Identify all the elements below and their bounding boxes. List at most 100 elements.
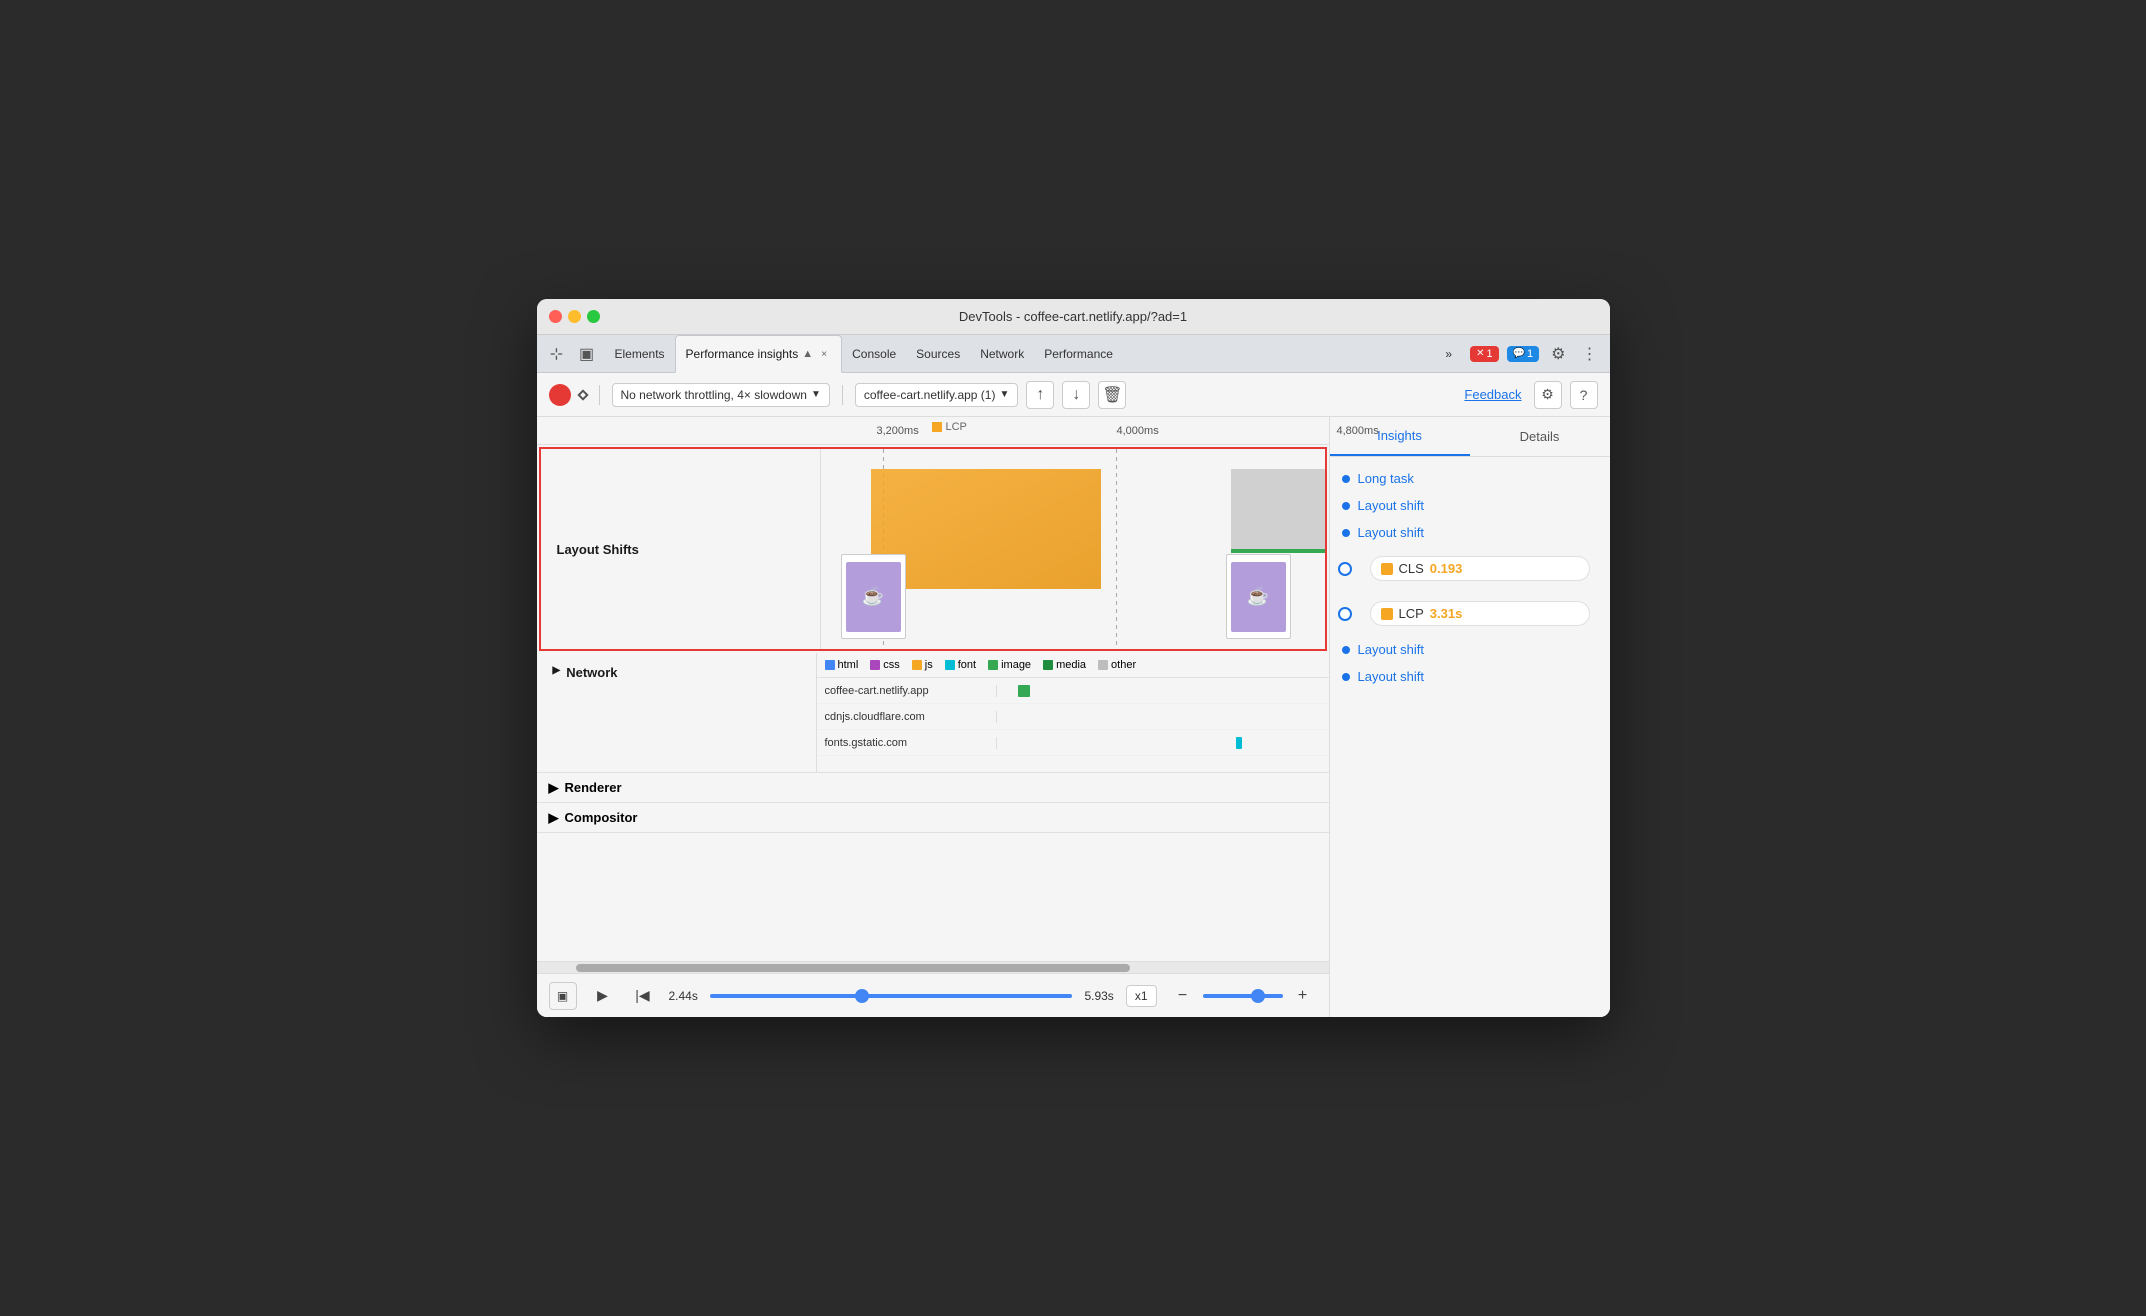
tab-details[interactable]: Details bbox=[1470, 417, 1610, 456]
dot-long-task bbox=[1342, 475, 1350, 483]
time-ruler: 3,200ms LCP 4,000ms 4,800ms bbox=[537, 417, 1329, 445]
link-layout-shift-1[interactable]: Layout shift bbox=[1358, 498, 1425, 513]
cls-label: CLS bbox=[1399, 561, 1424, 576]
zoom-out-icon[interactable]: − bbox=[1169, 982, 1197, 1010]
delete-button[interactable]: 🗑 bbox=[1098, 381, 1126, 409]
help-button[interactable]: ? bbox=[1570, 381, 1598, 409]
layout-shift-block-gray[interactable] bbox=[1231, 469, 1325, 549]
network-row-2-label: cdnjs.cloudflare.com bbox=[817, 711, 997, 723]
insights-panel: Insights Details Long task Layout shift bbox=[1330, 417, 1610, 1017]
throttle-dropdown-arrow: ▼ bbox=[811, 389, 821, 400]
close-button[interactable] bbox=[549, 310, 562, 323]
more-tabs-button[interactable]: » bbox=[1435, 335, 1462, 373]
network-row-3-label: fonts.gstatic.com bbox=[817, 737, 997, 749]
layout-shift-thumb-2[interactable]: ☕ bbox=[1226, 554, 1291, 639]
thumb-1-image: ☕ bbox=[846, 562, 901, 632]
css-color-dot bbox=[870, 660, 880, 670]
legend-image: image bbox=[988, 659, 1031, 671]
layout-shifts-content: ☕ ☕ bbox=[821, 449, 1325, 649]
separator-2 bbox=[842, 385, 843, 405]
horizontal-scrollbar[interactable] bbox=[537, 961, 1329, 973]
tracks-area: Layout Shifts ☕ bbox=[537, 445, 1329, 961]
more-options-icon[interactable]: ⋮ bbox=[1578, 340, 1602, 368]
legend-media: media bbox=[1043, 659, 1086, 671]
tab-sources[interactable]: Sources bbox=[906, 335, 970, 373]
layout-shift-thumb-1[interactable]: ☕ bbox=[841, 554, 906, 639]
tab-network[interactable]: Network bbox=[970, 335, 1034, 373]
play-button[interactable]: ▶ bbox=[589, 982, 617, 1010]
record-button[interactable] bbox=[549, 384, 571, 406]
tab-close-button[interactable]: × bbox=[817, 347, 831, 361]
lcp-value: 3.31s bbox=[1430, 606, 1463, 621]
font-color-dot bbox=[945, 660, 955, 670]
tab-performance-insights[interactable]: Performance insights ▲ × bbox=[675, 335, 843, 373]
feedback-link[interactable]: Feedback bbox=[1464, 387, 1521, 402]
lcp-node: LCP 3.31s bbox=[1330, 591, 1610, 636]
zoom-in-icon[interactable]: + bbox=[1289, 982, 1317, 1010]
network-row-3-bars bbox=[997, 730, 1329, 755]
compositor-expand-arrow[interactable]: ▶ bbox=[549, 810, 559, 826]
maximize-button[interactable] bbox=[587, 310, 600, 323]
url-dropdown[interactable]: coffee-cart.netlify.app (1) ▼ bbox=[855, 383, 1019, 407]
devtools-window: DevTools - coffee-cart.netlify.app/?ad=1… bbox=[537, 299, 1610, 1017]
device-icon[interactable]: ▣ bbox=[575, 342, 599, 366]
playback-speed[interactable]: x1 bbox=[1126, 985, 1157, 1007]
legend-html: html bbox=[825, 659, 859, 671]
insight-long-task: Long task bbox=[1330, 465, 1610, 492]
link-layout-shift-2[interactable]: Layout shift bbox=[1358, 525, 1425, 540]
zoom-slider-thumb[interactable] bbox=[1251, 989, 1265, 1003]
link-layout-shift-3[interactable]: Layout shift bbox=[1358, 642, 1425, 657]
renderer-expand-arrow[interactable]: ▶ bbox=[549, 780, 559, 796]
zoom-slider[interactable] bbox=[1203, 994, 1283, 998]
minimize-button[interactable] bbox=[568, 310, 581, 323]
cls-node: CLS 0.193 bbox=[1330, 546, 1610, 591]
titlebar: DevTools - coffee-cart.netlify.app/?ad=1 bbox=[537, 299, 1610, 335]
cursor-icon[interactable]: ⊹ bbox=[545, 342, 569, 366]
cls-node-circle bbox=[1338, 562, 1352, 576]
timeline-slider[interactable] bbox=[710, 994, 1073, 998]
tab-elements[interactable]: Elements bbox=[605, 335, 675, 373]
lcp-label: LCP bbox=[1399, 606, 1424, 621]
dot-layout-shift-2 bbox=[1342, 529, 1350, 537]
time-marker-3: 4,800ms bbox=[1337, 425, 1379, 437]
time-start: 2.44s bbox=[669, 989, 698, 1003]
tab-insights[interactable]: Insights bbox=[1330, 417, 1470, 456]
tabbar: ⊹ ▣ Elements Performance insights ▲ × Co… bbox=[537, 335, 1610, 373]
lcp-ruler-badge: LCP bbox=[932, 421, 967, 433]
renderer-row[interactable]: ▶ Renderer bbox=[537, 773, 1329, 803]
screenshot-button[interactable]: ▣ bbox=[549, 982, 577, 1010]
legend-css: css bbox=[870, 659, 900, 671]
insight-layout-shift-3: Layout shift bbox=[1330, 636, 1610, 663]
skip-to-start-button[interactable]: |◀ bbox=[629, 982, 657, 1010]
image-color-dot bbox=[988, 660, 998, 670]
time-marker-2: 4,000ms bbox=[1117, 425, 1159, 437]
tab-console[interactable]: Console bbox=[842, 335, 906, 373]
timeline-slider-thumb[interactable] bbox=[855, 989, 869, 1003]
network-row-2-bars bbox=[997, 704, 1329, 729]
network-expand-arrow[interactable]: ▶ bbox=[553, 665, 561, 676]
network-legend: html css js bbox=[817, 653, 1329, 678]
insight-layout-shift-4: Layout shift bbox=[1330, 663, 1610, 690]
layout-shifts-label: Layout Shifts bbox=[541, 449, 821, 649]
settings-icon[interactable]: ⚙ bbox=[1547, 340, 1569, 368]
cls-square-icon bbox=[1381, 563, 1393, 575]
link-long-task[interactable]: Long task bbox=[1358, 471, 1414, 486]
download-button[interactable]: ↓ bbox=[1062, 381, 1090, 409]
h-scroll-thumb[interactable] bbox=[576, 964, 1130, 972]
lcp-square-icon bbox=[932, 422, 942, 432]
dropdown-arrow[interactable] bbox=[577, 389, 588, 400]
insight-layout-shift-2: Layout shift bbox=[1330, 519, 1610, 546]
compositor-row[interactable]: ▶ Compositor bbox=[537, 803, 1329, 833]
insight-layout-shift-1: Layout shift bbox=[1330, 492, 1610, 519]
main-content: 3,200ms LCP 4,000ms 4,800ms Layout Shift… bbox=[537, 417, 1610, 1017]
link-layout-shift-4[interactable]: Layout shift bbox=[1358, 669, 1425, 684]
throttle-dropdown[interactable]: No network throttling, 4× slowdown ▼ bbox=[612, 383, 830, 407]
upload-button[interactable]: ↑ bbox=[1026, 381, 1054, 409]
settings-button[interactable]: ⚙ bbox=[1534, 381, 1562, 409]
js-color-dot bbox=[912, 660, 922, 670]
traffic-lights bbox=[549, 310, 600, 323]
tab-performance[interactable]: Performance bbox=[1034, 335, 1123, 373]
zoom-controls: − + bbox=[1169, 982, 1317, 1010]
time-marker-1: 3,200ms bbox=[877, 425, 919, 437]
insights-tabs: Insights Details bbox=[1330, 417, 1610, 457]
